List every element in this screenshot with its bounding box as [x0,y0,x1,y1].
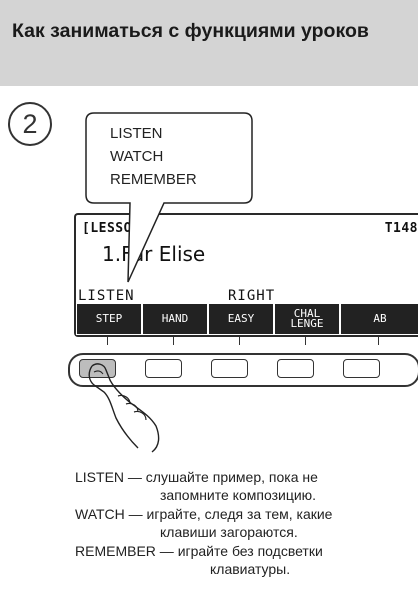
lesson-mode: LISTEN [78,288,135,304]
section-title: Как заниматься с функциями уроков [12,20,369,42]
tick [173,337,174,345]
tick [107,337,108,345]
callout-line-remember: REMEMBER [110,171,197,188]
legend-dash: — [127,469,142,485]
legend-term: WATCH [75,506,125,522]
callout-line-listen: LISTEN [110,125,163,142]
fkey-easy: EASY [208,303,274,335]
legend-desc-line1: играйте без подсветки [177,543,323,559]
easy-button[interactable] [211,359,248,378]
fkey-step: STEP [76,303,142,335]
challenge-button[interactable] [277,359,314,378]
legend-desc-line1: слушайте пример, пока не [145,469,318,485]
tick [305,337,306,345]
legend-desc-line1: играйте, следя за тем, какие [146,506,333,522]
step-button[interactable] [79,359,116,378]
step-number-badge: 2 [8,102,52,146]
fkey-ab: AB [340,303,418,335]
keyboard-lcd-display: [LESSON] T148 1.Fur Elise LISTEN RIGHT S… [74,213,418,337]
tempo-readout: T148 [384,221,418,236]
legend-watch: WATCH — играйте, следя за тем, какие [75,505,332,523]
fkey-challenge: CHAL LENGE [274,303,340,335]
legend-dash: — [128,506,143,522]
legend-term: LISTEN [75,469,125,485]
legend-remember-cont: клавиатуры. [210,560,290,578]
legend-desc-line2: запомните композицию. [160,487,317,503]
ab-button[interactable] [343,359,380,378]
legend-desc-line2: клавиши загораются. [160,524,298,540]
section-header: Как заниматься с функциями уроков [0,0,418,86]
legend-desc-line2: клавиатуры. [210,561,291,577]
legend-listen: LISTEN — слушайте пример, пока не [75,468,318,486]
button-tick-marks [74,337,418,347]
hand-button[interactable] [145,359,182,378]
hand-mode: RIGHT [228,288,276,304]
legend-term: REMEMBER [75,543,156,559]
function-key-labels: STEP HAND EASY CHAL LENGE AB [76,303,418,335]
lesson-label: [LESSON] [82,221,149,236]
legend-listen-cont: запомните композицию. [160,486,316,504]
callout-line-watch: WATCH [110,148,164,165]
fkey-hand: HAND [142,303,208,335]
tick [239,337,240,345]
legend-watch-cont: клавиши загораются. [160,523,298,541]
legend-remember: REMEMBER — играйте без подсветки [75,542,323,560]
song-title: 1.Fur Elise [102,242,206,266]
legend-dash: — [159,543,174,559]
tick [378,337,379,345]
